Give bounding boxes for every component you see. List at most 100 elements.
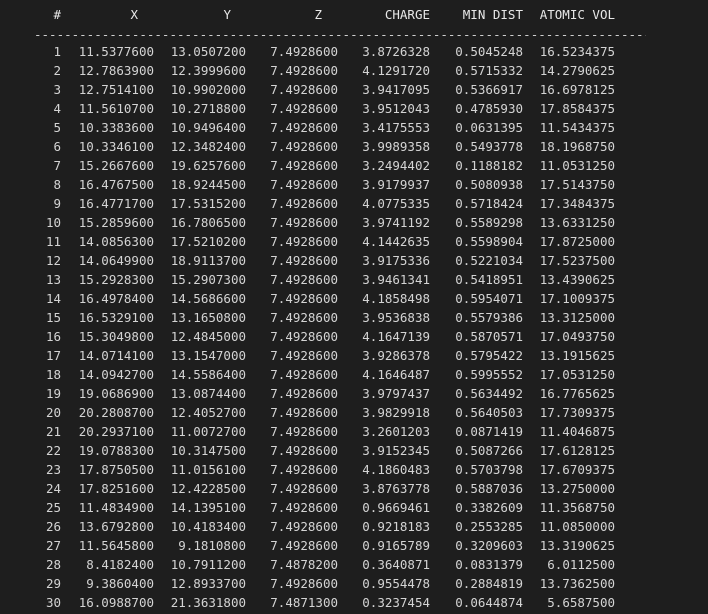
row-index: 2: [53, 63, 61, 78]
row-charge: 0.9669461: [362, 500, 430, 515]
row-charge: 4.1646487: [362, 367, 430, 382]
row-atomic-vol: 18.1968750: [539, 139, 615, 154]
row-y: 12.4228500: [170, 481, 246, 496]
header-index: #: [53, 7, 61, 22]
row-y: 10.7911200: [170, 557, 246, 572]
row-z: 7.4928600: [270, 576, 338, 591]
row-index: 19: [45, 386, 61, 401]
row-x: 14.0942700: [78, 367, 154, 382]
row-charge: 3.9286378: [362, 348, 430, 363]
row-index: 14: [45, 291, 61, 306]
row-min-dist: 0.3209603: [455, 538, 523, 553]
row-atomic-vol: 17.7309375: [539, 405, 615, 420]
row-z: 7.4928600: [270, 443, 338, 458]
row-x: 15.2928300: [78, 272, 154, 287]
row-x: 10.3383600: [78, 120, 154, 135]
table-row: 6 10.3346100 12.3482400 7.4928600 3.9989358 0…: [0, 137, 708, 156]
row-index: 18: [45, 367, 61, 382]
row-index: 22: [45, 443, 61, 458]
row-atomic-vol: 17.8584375: [539, 101, 615, 116]
row-atomic-vol: 11.5434375: [539, 120, 615, 135]
row-charge: 3.9417095: [362, 82, 430, 97]
row-z: 7.4871300: [270, 595, 338, 610]
table-row: 21 20.2937100 11.0072700 7.4928600 3.2601203…: [0, 422, 708, 441]
row-min-dist: 0.5045248: [455, 44, 523, 59]
row-atomic-vol: 11.4046875: [539, 424, 615, 439]
table-row: 12 14.0649900 18.9113700 7.4928600 3.9175336…: [0, 251, 708, 270]
row-min-dist: 0.0644874: [455, 595, 523, 610]
row-min-dist: 0.5418951: [455, 272, 523, 287]
row-z: 7.4928600: [270, 158, 338, 173]
row-z: 7.4928600: [270, 177, 338, 192]
row-x: 11.4834900: [78, 500, 154, 515]
row-x: 15.2667600: [78, 158, 154, 173]
row-x: 14.0714100: [78, 348, 154, 363]
row-index: 6: [53, 139, 61, 154]
table-row: 19 19.0686900 13.0874400 7.4928600 3.9797437…: [0, 384, 708, 403]
row-index: 21: [45, 424, 61, 439]
row-z: 7.4928600: [270, 329, 338, 344]
row-y: 18.9113700: [170, 253, 246, 268]
row-atomic-vol: 11.0850000: [539, 519, 615, 534]
table-row: 27 11.5645800 9.1810800 7.4928600 0.9165789 0…: [0, 536, 708, 555]
row-x: 13.6792800: [78, 519, 154, 534]
row-atomic-vol: 17.0531250: [539, 367, 615, 382]
row-index: 24: [45, 481, 61, 496]
row-index: 3: [53, 82, 61, 97]
row-charge: 4.0775335: [362, 196, 430, 211]
row-index: 7: [53, 158, 61, 173]
row-z: 7.4928600: [270, 120, 338, 135]
row-y: 19.6257600: [170, 158, 246, 173]
row-z: 7.4928600: [270, 500, 338, 515]
row-charge: 3.9179937: [362, 177, 430, 192]
row-y: 14.5586400: [170, 367, 246, 382]
row-z: 7.4928600: [270, 386, 338, 401]
row-min-dist: 0.5087266: [455, 443, 523, 458]
row-charge: 3.8726328: [362, 44, 430, 59]
row-x: 15.2859600: [78, 215, 154, 230]
row-charge: 3.9829918: [362, 405, 430, 420]
row-atomic-vol: 13.3125000: [539, 310, 615, 325]
row-atomic-vol: 16.5234375: [539, 44, 615, 59]
row-atomic-vol: 13.4390625: [539, 272, 615, 287]
row-z: 7.4928600: [270, 291, 338, 306]
header-atomic-vol: ATOMIC VOL: [539, 7, 615, 22]
row-index: 25: [45, 500, 61, 515]
row-x: 14.0649900: [78, 253, 154, 268]
row-min-dist: 0.0831379: [455, 557, 523, 572]
row-min-dist: 0.2884819: [455, 576, 523, 591]
row-y: 12.3482400: [170, 139, 246, 154]
row-y: 14.1395100: [170, 500, 246, 515]
row-charge: 4.1647139: [362, 329, 430, 344]
row-y: 16.7806500: [170, 215, 246, 230]
table-row: 20 20.2808700 12.4052700 7.4928600 3.9829918…: [0, 403, 708, 422]
row-y: 18.9244500: [170, 177, 246, 192]
row-charge: 0.9165789: [362, 538, 430, 553]
row-y: 21.3631800: [170, 595, 246, 610]
row-y: 10.2718800: [170, 101, 246, 116]
row-atomic-vol: 6.0112500: [547, 557, 615, 572]
row-z: 7.4928600: [270, 538, 338, 553]
row-min-dist: 0.5640503: [455, 405, 523, 420]
row-y: 9.1810800: [178, 538, 246, 553]
row-atomic-vol: 17.8725000: [539, 234, 615, 249]
row-charge: 3.2494402: [362, 158, 430, 173]
table-row: 3 12.7514100 10.9902000 7.4928600 3.9417095 0…: [0, 80, 708, 99]
row-z: 7.4928600: [270, 367, 338, 382]
row-min-dist: 0.5703798: [455, 462, 523, 477]
table-row: 13 15.2928300 15.2907300 7.4928600 3.9461341…: [0, 270, 708, 289]
table-row: 5 10.3383600 10.9496400 7.4928600 3.4175553 0…: [0, 118, 708, 137]
row-x: 16.0988700: [78, 595, 154, 610]
table-row: 28 8.4182400 10.7911200 7.4878200 0.3640871 0…: [0, 555, 708, 574]
row-x: 10.3346100: [78, 139, 154, 154]
row-y: 13.1547000: [170, 348, 246, 363]
row-y: 13.0874400: [170, 386, 246, 401]
row-z: 7.4928600: [270, 234, 338, 249]
row-charge: 4.1442635: [362, 234, 430, 249]
row-index: 5: [53, 120, 61, 135]
row-charge: 4.1858498: [362, 291, 430, 306]
row-atomic-vol: 17.6128125: [539, 443, 615, 458]
row-charge: 3.9741192: [362, 215, 430, 230]
row-z: 7.4928600: [270, 215, 338, 230]
table-row: 16 15.3049800 12.4845000 7.4928600 4.1647139…: [0, 327, 708, 346]
